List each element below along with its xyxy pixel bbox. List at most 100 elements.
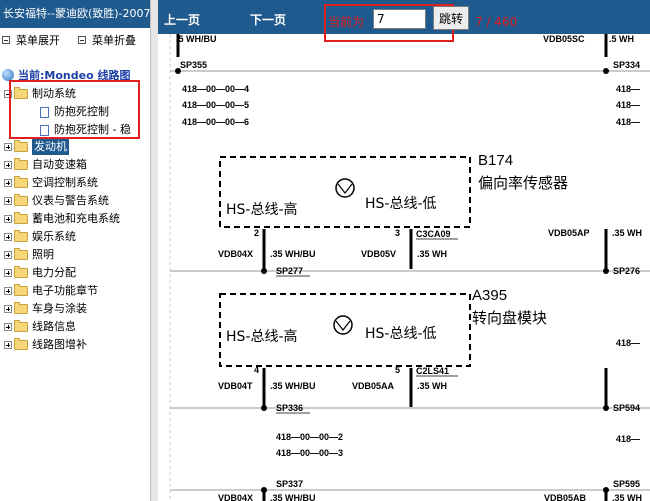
tree-item-label: 线路信息: [32, 320, 76, 333]
wire-code: VDB05SC: [543, 34, 585, 44]
window-title: 长安福特--蒙迪欧(致胜)-2007: [0, 0, 150, 28]
sensor-symbol-icon: [335, 178, 355, 198]
wire-code: VDB05AA: [352, 381, 395, 391]
expand-node-icon[interactable]: [4, 233, 12, 241]
prev-page-link[interactable]: 上一页: [164, 11, 200, 28]
module-symbol-icon: [333, 315, 353, 335]
collapse-all-label: 菜单折叠: [92, 34, 136, 47]
tree-item-label: 线路图增补: [32, 338, 87, 351]
right-pane: 上一页 下一页 当前为 跳转 7 / 460: [158, 0, 650, 501]
module-name: 转向盘模块: [472, 309, 547, 327]
tree-item-label: 电子功能章节: [32, 284, 98, 297]
splice-label: SP276: [613, 266, 640, 276]
tree-item-label: 蓄电池和充电系统: [32, 212, 120, 225]
tree-item-label: 自动变速箱: [32, 158, 87, 171]
highlight-box: [9, 80, 140, 139]
pane-splitter[interactable]: [150, 0, 158, 501]
wire-label: .35 WH/BU: [270, 381, 316, 391]
expand-all-button[interactable]: 菜单展开: [2, 32, 60, 48]
tree-item-wiring-supplement[interactable]: 线路图增补: [4, 337, 87, 353]
expand-node-icon[interactable]: [4, 251, 12, 259]
tree-item-label: 照明: [32, 248, 54, 261]
wire-label: .35 WH: [612, 493, 642, 501]
tree-item-label: 娱乐系统: [32, 230, 76, 243]
ref-label: 418—: [616, 338, 640, 348]
tree-item-wiring-info[interactable]: 线路信息: [4, 319, 76, 335]
splice-label: SP595: [613, 479, 640, 489]
next-page-link[interactable]: 下一页: [250, 11, 286, 28]
expand-node-icon[interactable]: [4, 179, 12, 187]
ref-label: 418—00—00—2: [276, 432, 343, 442]
splice-dot: [261, 268, 267, 274]
module-name: 偏向率传感器: [478, 174, 568, 192]
tree-item-label: 发动机: [32, 139, 69, 155]
expand-node-icon[interactable]: [4, 161, 12, 169]
wire-code: C2LS41: [416, 366, 449, 376]
ref-label: 418—: [616, 117, 640, 127]
ref-label: 418—00—00—3: [276, 448, 343, 458]
tree-item-electronic-features[interactable]: 电子功能章节: [4, 283, 98, 299]
tree-item-label: 车身与涂装: [32, 302, 87, 315]
wire-code: VDB05AB: [544, 493, 587, 501]
folder-icon: [14, 338, 28, 350]
splice-dot: [261, 405, 267, 411]
splice-label: SP594: [613, 403, 640, 413]
folder-icon: [14, 230, 28, 242]
splice-dot: [603, 268, 609, 274]
expand-node-icon[interactable]: [4, 341, 12, 349]
tree-item-power-distribution[interactable]: 电力分配: [4, 265, 76, 281]
ref-label: 418—00—00—5: [182, 100, 249, 110]
tree-item-auto-transmission[interactable]: 自动变速箱: [4, 157, 87, 173]
folder-icon: [14, 212, 28, 224]
folder-icon: [14, 320, 28, 332]
pin-label: 4: [254, 365, 259, 375]
tree-item-entertainment[interactable]: 娱乐系统: [4, 229, 76, 245]
expand-node-icon[interactable]: [4, 269, 12, 277]
wire-code: C3CA09: [416, 229, 451, 239]
folder-icon: [14, 248, 28, 260]
can-low-label: HS-总线-低: [365, 196, 437, 212]
collapse-icon: [78, 36, 86, 44]
splice-dot: [261, 487, 267, 493]
expand-node-icon[interactable]: [4, 323, 12, 331]
tree-item-climate-control[interactable]: 空调控制系统: [4, 175, 98, 191]
tree-item-engine[interactable]: 发动机: [4, 139, 69, 155]
ref-label: 418—: [616, 100, 640, 110]
expand-node-icon[interactable]: [4, 143, 12, 151]
splice-dot: [603, 68, 609, 74]
tree-item-lighting[interactable]: 照明: [4, 247, 54, 263]
tree-item-battery-charging[interactable]: 蓄电池和充电系统: [4, 211, 120, 227]
jump-button[interactable]: 跳转: [433, 6, 469, 30]
expand-node-icon[interactable]: [4, 215, 12, 223]
page-number-input[interactable]: [373, 9, 426, 29]
tree-item-body-paint[interactable]: 车身与涂装: [4, 301, 87, 317]
expand-icon: [2, 36, 10, 44]
wire-label: .35 WH/BU: [270, 249, 316, 259]
collapse-all-button[interactable]: 菜单折叠: [78, 32, 136, 48]
ref-label: 418—00—00—6: [182, 117, 249, 127]
wire-code: VDB04X: [218, 493, 253, 501]
wire-code: VDB05AP: [548, 228, 590, 238]
pin-label: 2: [254, 228, 259, 238]
tree-item-label: 空调控制系统: [32, 176, 98, 189]
splice-label: SP277: [276, 266, 303, 276]
folder-icon: [14, 176, 28, 188]
module-id: A395: [472, 287, 507, 304]
pin-label: 3: [395, 228, 400, 238]
ref-label: 418—00—00—4: [182, 84, 249, 94]
ground-dots: [175, 68, 609, 493]
current-page-label: 当前为: [328, 15, 365, 29]
splice-label: SP336: [276, 403, 303, 413]
tree-item-instrument-warning[interactable]: 仪表与警告系统: [4, 193, 109, 209]
expand-node-icon[interactable]: [4, 305, 12, 313]
folder-icon: [14, 194, 28, 206]
wiring-diagram: .5 WH/BU VDB05SC .5 WH SP355 SP334 418—0…: [169, 34, 650, 501]
left-pane: 长安福特--蒙迪欧(致胜)-2007 菜单展开 菜单折叠 当前:Mondeo 线…: [0, 0, 150, 501]
expand-node-icon[interactable]: [4, 197, 12, 205]
page-count: 7 / 460: [475, 15, 518, 29]
splice-label: SP355: [180, 60, 207, 70]
splice-label: SP337: [276, 479, 303, 489]
pin-label: 5: [395, 365, 400, 375]
expand-node-icon[interactable]: [4, 287, 12, 295]
can-high-label: HS-总线-高: [226, 328, 298, 345]
